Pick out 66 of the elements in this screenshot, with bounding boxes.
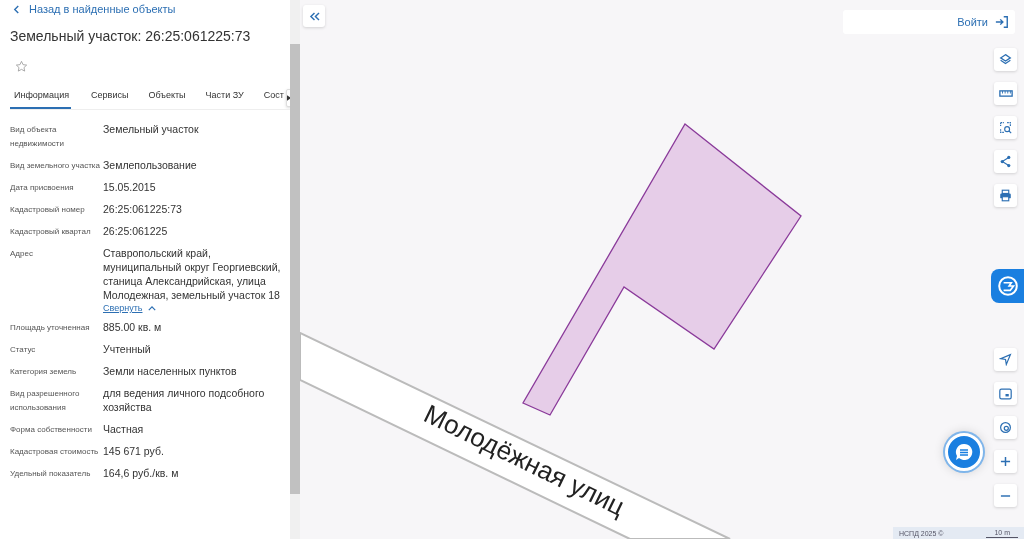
- field-label: Форма собственности: [10, 424, 93, 436]
- printer-icon: [999, 189, 1012, 202]
- layers-button[interactable]: [994, 48, 1017, 71]
- tab[interactable]: Сост: [263, 86, 284, 109]
- chevron-up-icon: [148, 305, 157, 311]
- chat-button[interactable]: [945, 433, 983, 471]
- share-button[interactable]: [994, 150, 1017, 173]
- field-value: Частная: [103, 422, 145, 436]
- login-button[interactable]: Войти: [843, 10, 1015, 34]
- field-label: Кадастровый номер: [10, 204, 86, 216]
- area-select-button[interactable]: [994, 116, 1017, 139]
- triangle-right-icon: [286, 94, 290, 101]
- field-value: 885.00 кв. м: [103, 320, 163, 334]
- star-icon[interactable]: [15, 60, 28, 73]
- field-value: 26:25:061225:73: [103, 202, 183, 216]
- chat-icon: [954, 442, 974, 462]
- minimap-button[interactable]: [994, 382, 1017, 405]
- field-label: Удельный показатель: [10, 468, 92, 480]
- field-value: Учтенный: [103, 342, 152, 356]
- collapse-link[interactable]: Свернуть: [103, 303, 143, 313]
- location-button[interactable]: [994, 416, 1017, 439]
- field-label: Адрес: [10, 248, 34, 260]
- field-value: Земельный участок: [103, 122, 200, 136]
- navigate-button[interactable]: [994, 348, 1017, 371]
- window-icon: [999, 387, 1012, 400]
- field-label: Вид объекта недвижимости: [10, 124, 65, 150]
- field-value: Ставропольский край, муниципальный округ Георгиевский, станица Александрийская, улица Молодежная, земельный участок 18: [103, 246, 282, 302]
- field-label: Кадастровый квартал: [10, 226, 92, 238]
- field-label: Статус: [10, 344, 37, 356]
- area-search-icon: [999, 121, 1012, 134]
- side-panel-tab[interactable]: [991, 269, 1024, 303]
- tab[interactable]: Информация: [10, 86, 72, 109]
- back-link[interactable]: Назад в найденные объекты: [10, 0, 290, 16]
- minus-icon: [1000, 494, 1011, 497]
- share-icon: [999, 155, 1012, 168]
- field-value: Землепользование: [103, 158, 198, 172]
- field-value: 145 671 руб.: [103, 444, 165, 458]
- navigation-arrow-icon: [999, 353, 1012, 366]
- scrollbar[interactable]: [290, 0, 300, 539]
- collapse-panel-button[interactable]: [303, 5, 325, 27]
- field-label: Дата присвоения: [10, 182, 75, 194]
- field-label: Площадь уточненная: [10, 322, 91, 334]
- zoom-out-button[interactable]: [994, 484, 1017, 507]
- double-chevron-left-icon: [308, 11, 320, 21]
- field-value: 26:25:061225: [103, 224, 169, 238]
- chevron-left-icon: [13, 4, 20, 14]
- field-label: Кадастровая стоимость: [10, 446, 100, 458]
- ruler-button[interactable]: [994, 82, 1017, 105]
- print-button[interactable]: [994, 184, 1017, 207]
- location-target-icon: [999, 421, 1012, 434]
- object-title: Земельный участок: 26:25:061225:73: [10, 28, 252, 44]
- field-value: для ведения личного подсобного хозяйства: [103, 386, 266, 414]
- plus-icon: [1000, 456, 1011, 467]
- field-label: Вид разрешенного использования: [10, 388, 81, 414]
- layers-icon: [999, 53, 1012, 66]
- field-value: 164,6 руб./кв. м: [103, 466, 180, 480]
- ruler-icon: [998, 89, 1013, 98]
- tab[interactable]: Части ЗУ: [205, 86, 244, 109]
- tab[interactable]: Сервисы: [91, 86, 129, 109]
- field-label: Категория земель: [10, 366, 78, 378]
- field-value: 15.05.2015: [103, 180, 157, 194]
- zoom-in-button[interactable]: [994, 450, 1017, 473]
- field-value: Земли населенных пунктов: [103, 364, 238, 378]
- field-label: Вид земельного участка: [10, 160, 101, 172]
- login-icon: [995, 15, 1009, 29]
- tab[interactable]: Объекты: [148, 86, 186, 109]
